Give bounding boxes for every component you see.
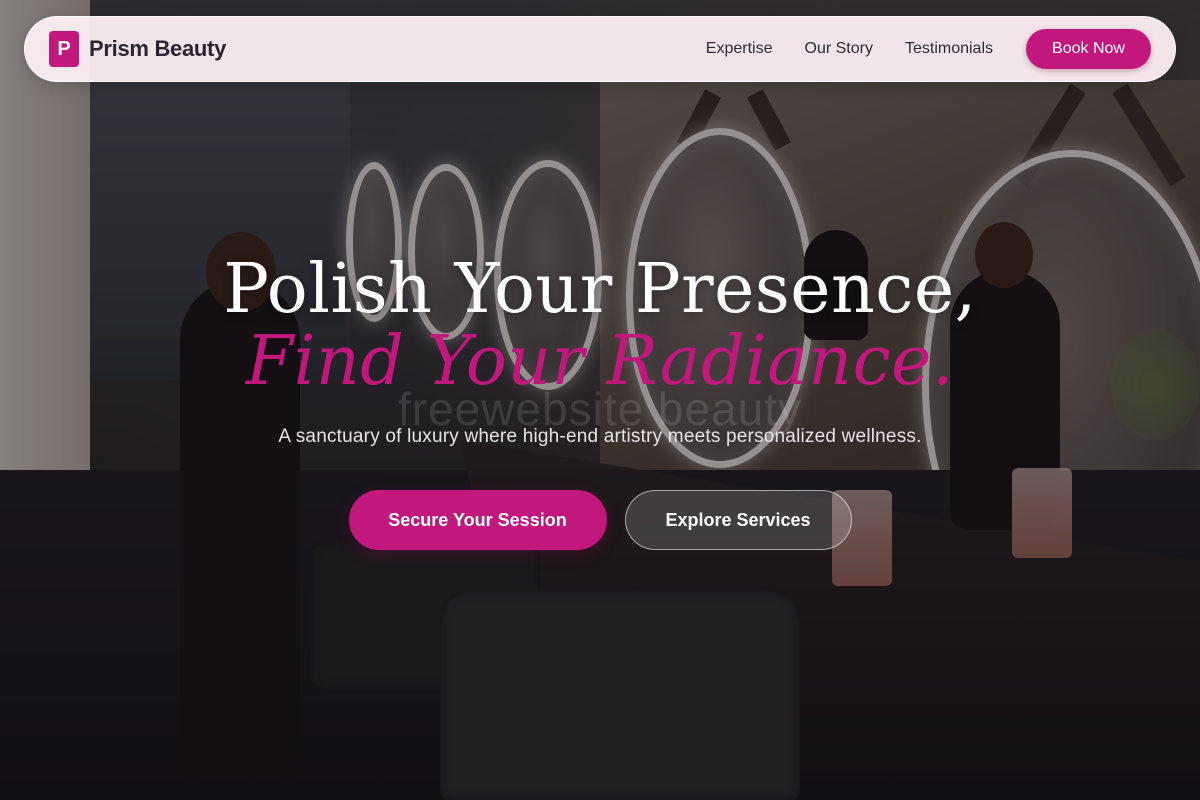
brand-logo[interactable]: P Prism Beauty [49, 31, 226, 67]
secure-session-button[interactable]: Secure Your Session [348, 490, 607, 550]
explore-services-button[interactable]: Explore Services [624, 490, 852, 550]
nav-link-our-story[interactable]: Our Story [805, 40, 873, 58]
hero-headline-line1: Polish Your Presence, [223, 250, 977, 329]
nav-link-testimonials[interactable]: Testimonials [905, 40, 993, 58]
hero-tagline: A sanctuary of luxury where high-end art… [278, 426, 922, 447]
top-navbar: P Prism Beauty Expertise Our Story Testi… [24, 16, 1176, 82]
nav-link-expertise[interactable]: Expertise [706, 40, 773, 58]
nav-links: Expertise Our Story Testimonials Book No… [706, 29, 1151, 69]
hero-headline-line2: Find Your Radiance. [245, 322, 955, 401]
hero-section: freewebsite beauty Polish Your Presence,… [0, 250, 1200, 550]
book-now-button[interactable]: Book Now [1026, 29, 1151, 69]
brand-name: Prism Beauty [89, 36, 227, 61]
logo-icon: P [49, 31, 79, 67]
hero-cta-row: Secure Your Session Explore Services [0, 490, 1200, 550]
